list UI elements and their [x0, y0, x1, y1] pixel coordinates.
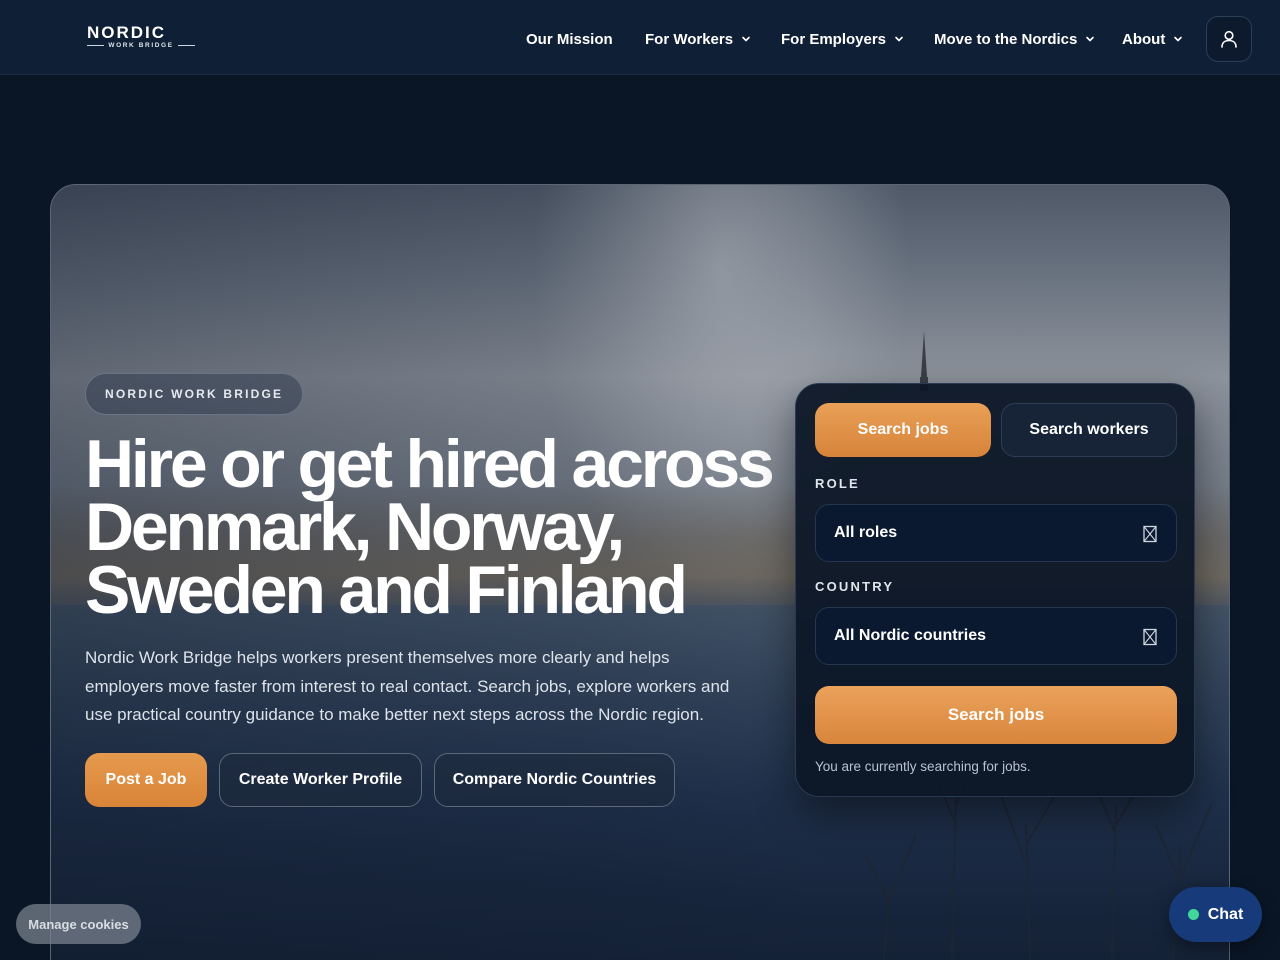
country-select-value: All Nordic countries [834, 627, 987, 644]
country-label: COUNTRY [815, 579, 895, 594]
chevron-down-icon [1086, 36, 1095, 42]
select-indicator-icon [1143, 525, 1157, 543]
nav-label: For Workers [645, 30, 734, 48]
manage-cookies-button[interactable]: Manage cookies [16, 904, 141, 944]
chevron-down-icon [1174, 36, 1183, 42]
nav-item-about[interactable]: About [1122, 28, 1183, 50]
nav-label: Our Mission [526, 30, 613, 48]
country-select[interactable]: All Nordic countries [815, 607, 1177, 665]
create-worker-profile-button[interactable]: Create Worker Profile [219, 753, 422, 807]
nav-item-for-employers[interactable]: For Employers [781, 28, 904, 50]
hero-headline: Hire or get hired across Denmark, Norway… [85, 426, 785, 628]
headline-line: Hire or get hired across [85, 426, 775, 502]
tab-search-workers[interactable]: Search workers [1001, 403, 1177, 457]
hero-eyebrow-badge: NORDIC WORK BRIDGE [85, 373, 304, 415]
online-status-dot [1187, 909, 1199, 920]
headline-line: Denmark, Norway, [85, 489, 625, 565]
tab-search-jobs[interactable]: Search jobs [815, 403, 991, 457]
nav-item-for-workers[interactable]: For Workers [645, 28, 751, 50]
chevron-down-icon [895, 36, 903, 42]
role-label: ROLE [815, 476, 860, 491]
chat-button[interactable]: Chat [1169, 887, 1262, 942]
nav-item-our-mission[interactable]: Our Mission [526, 28, 613, 50]
nav-label: Move to the Nordics [934, 30, 1078, 48]
user-icon [1221, 30, 1237, 48]
nav-item-move-to-the-nordics[interactable]: Move to the Nordics [934, 28, 1095, 50]
chat-label: Chat [1207, 905, 1244, 923]
main-nav: Our Mission For Workers For Employers Mo… [0, 0, 1280, 75]
search-submit-button[interactable]: Search jobs [815, 686, 1177, 744]
search-panel: Search jobs Search workers ROLE All role… [795, 383, 1195, 797]
headline-line: Sweden and Finland [85, 552, 688, 628]
site-header: NORDIC WORK BRIDGE Our Mission For Worke… [0, 0, 1280, 75]
account-button[interactable] [1206, 16, 1252, 62]
post-job-button[interactable]: Post a Job [85, 753, 207, 807]
role-select[interactable]: All roles [815, 504, 1177, 562]
nav-label: For Employers [781, 30, 887, 48]
chevron-down-icon [742, 36, 750, 42]
search-status-text: You are currently searching for jobs. [815, 759, 1031, 774]
select-indicator-icon [1143, 628, 1157, 646]
nav-label: About [1122, 30, 1166, 48]
role-select-value: All roles [834, 524, 898, 541]
hero-description: Nordic Work Bridge helps workers present… [85, 648, 730, 724]
compare-nordic-countries-button[interactable]: Compare Nordic Countries [434, 753, 675, 807]
